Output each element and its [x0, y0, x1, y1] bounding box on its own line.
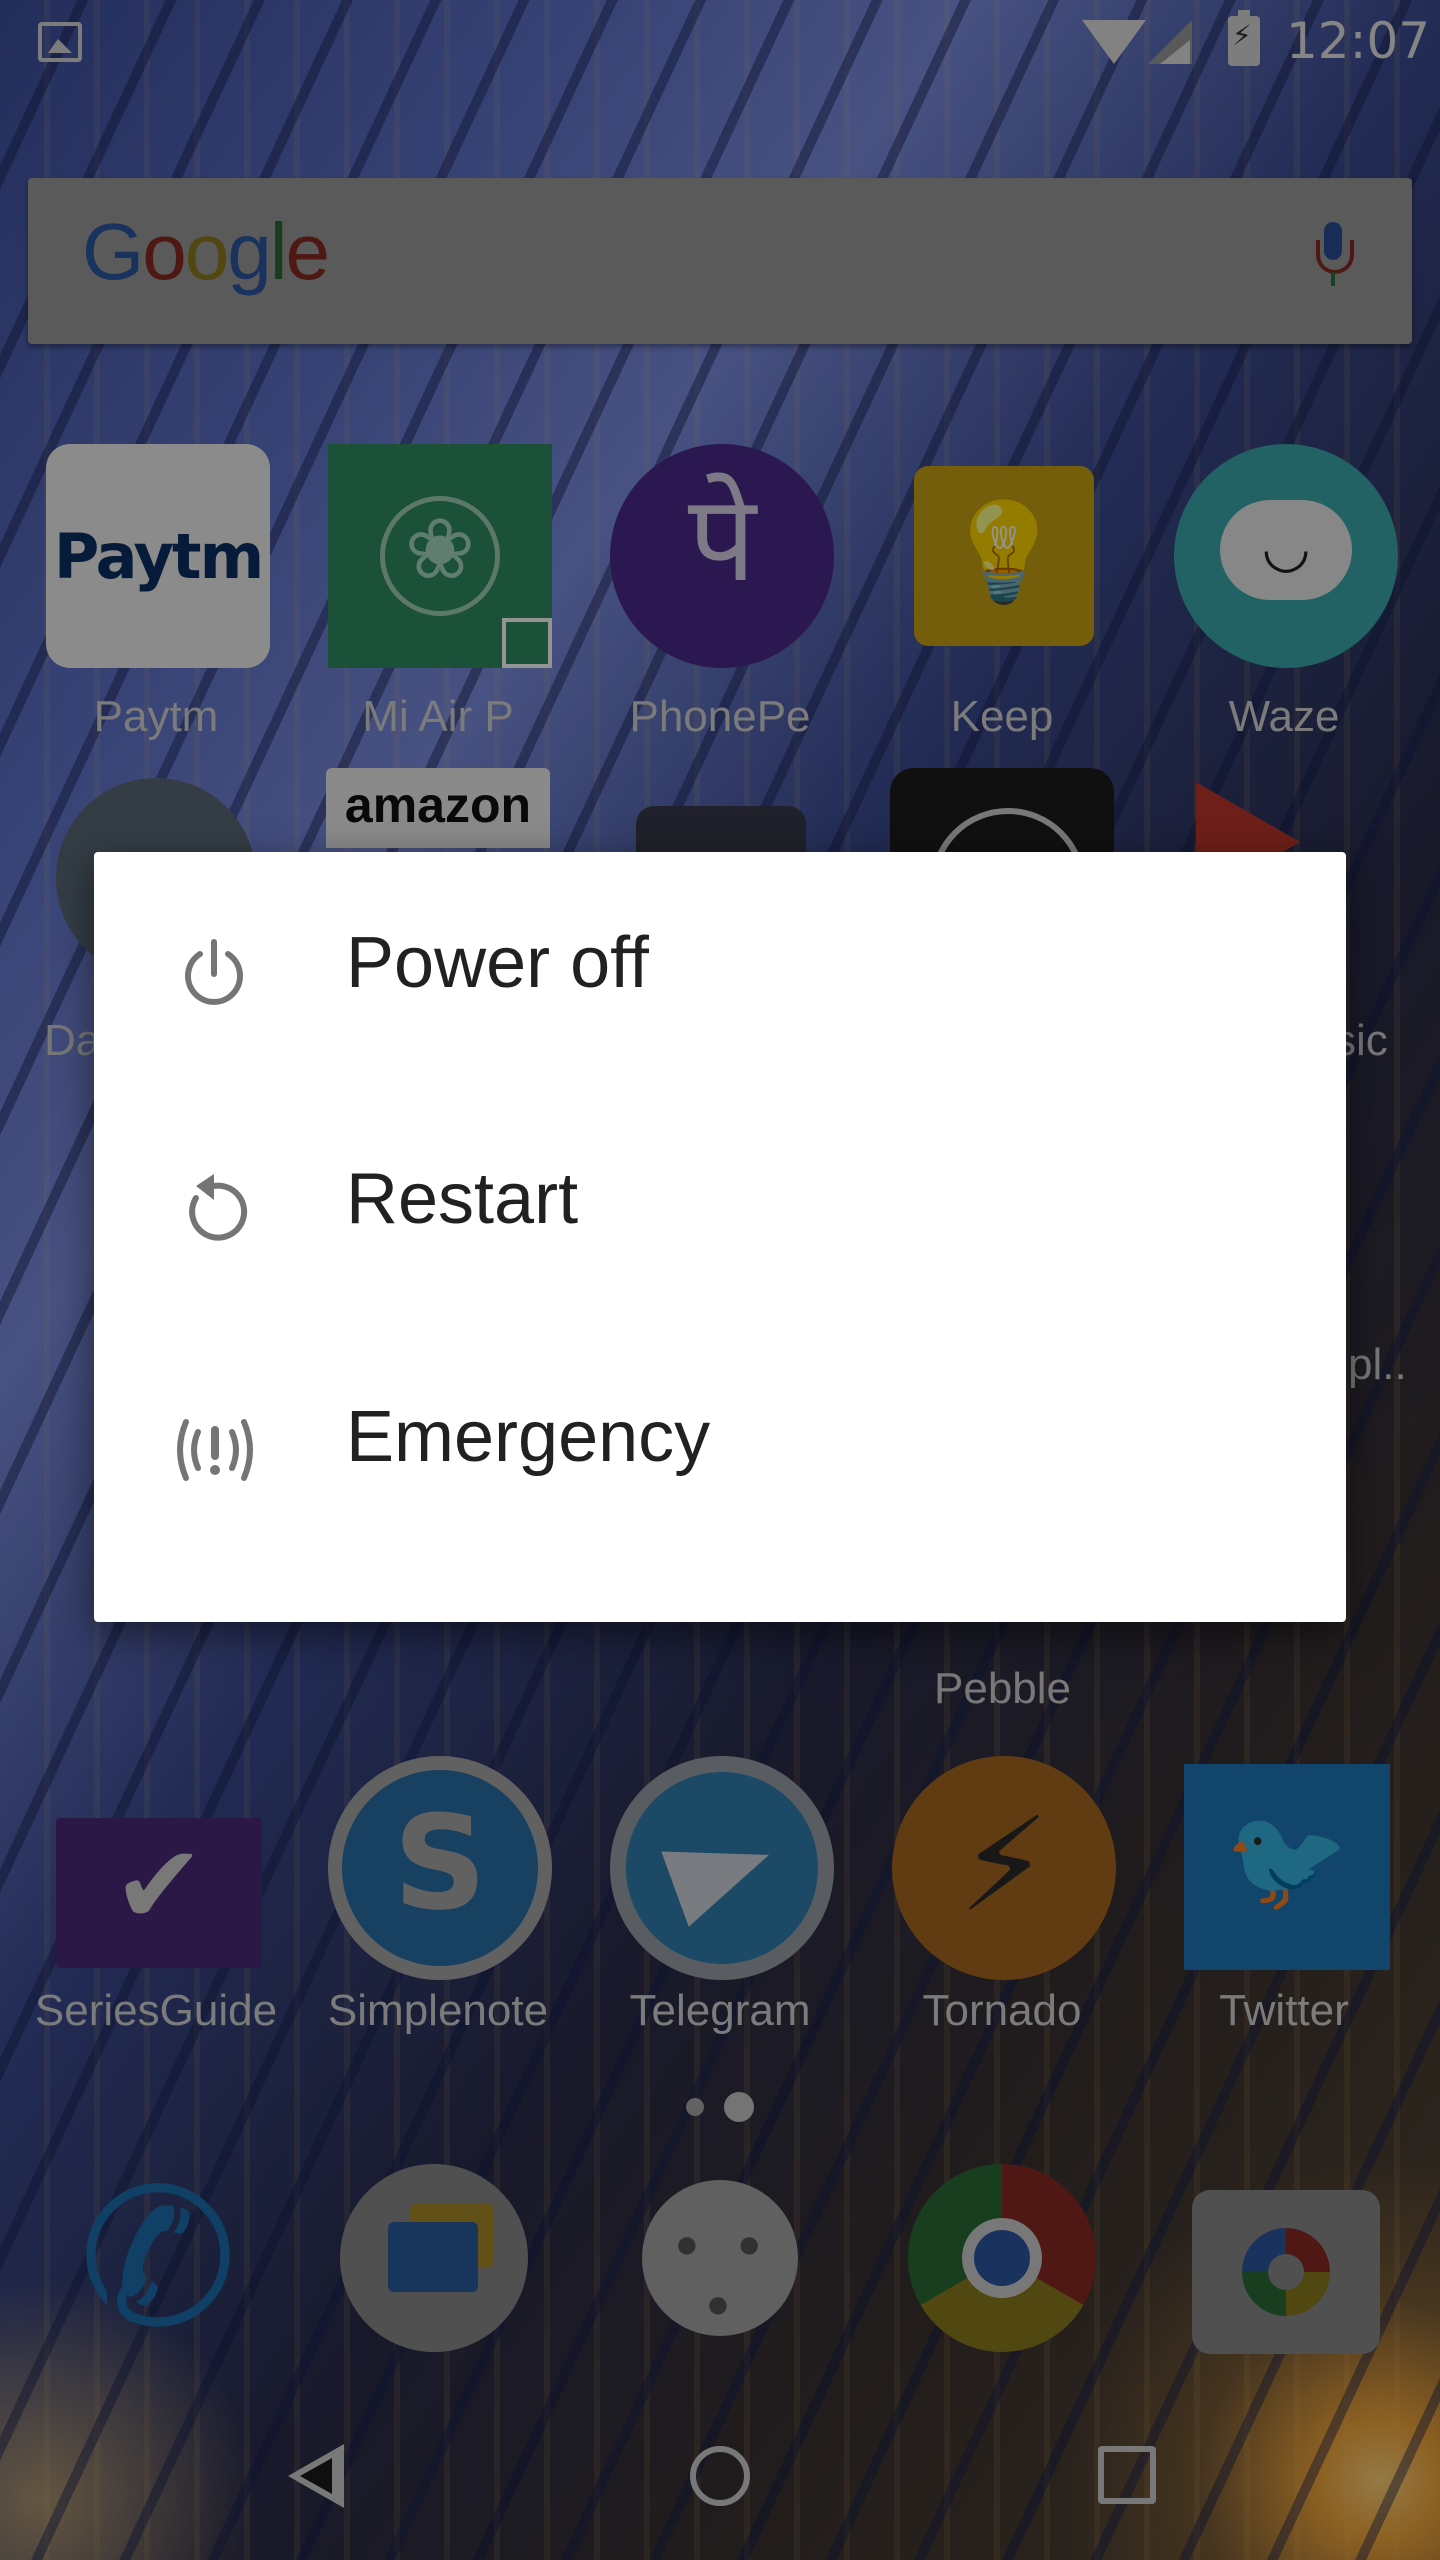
restart-label: Restart [346, 1159, 579, 1239]
power-off-button[interactable]: Power off [94, 852, 1346, 1088]
emergency-label: Emergency [346, 1397, 711, 1477]
emergency-button[interactable]: Emergency [94, 1326, 1346, 1562]
power-icon [185, 939, 243, 1005]
power-off-label: Power off [346, 923, 649, 1003]
restart-icon [189, 1174, 248, 1241]
emergency-broadcast-icon [177, 1419, 253, 1481]
restart-button[interactable]: Restart [94, 1088, 1346, 1324]
power-menu-dialog: Power off Restart Emergency [94, 852, 1346, 1622]
